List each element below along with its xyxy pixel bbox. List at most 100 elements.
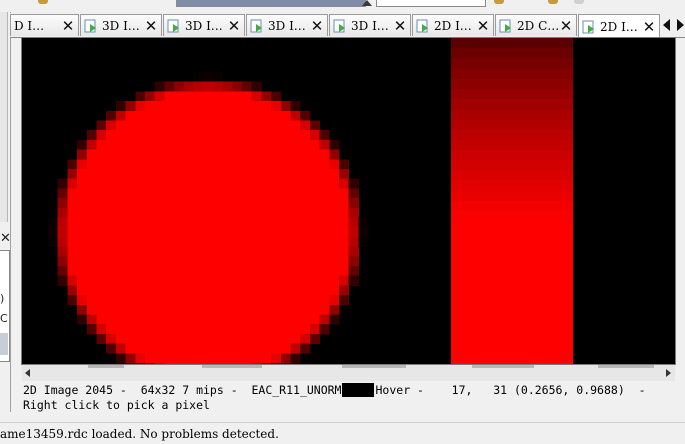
close-icon[interactable]: ✕ [476, 18, 490, 33]
texture-canvas[interactable] [22, 38, 675, 364]
circle-texel [125, 324, 136, 335]
circle-texel [144, 110, 156, 121]
circle-texel [125, 314, 136, 325]
toolbar-icon[interactable] [574, 0, 584, 4]
toolbar-field[interactable] [376, 0, 486, 7]
circle-texel [271, 139, 282, 150]
circle-texel [193, 178, 204, 189]
circle-texel [96, 217, 107, 228]
circle-texel [319, 149, 330, 160]
circle-texel [212, 91, 223, 102]
toolbar-combo[interactable] [176, 0, 366, 7]
tab-texture-7-active[interactable]: 2D I… ✕ [578, 14, 660, 38]
circle-texel [232, 333, 243, 344]
circle-texel [232, 217, 243, 228]
circle-texel [154, 362, 165, 364]
close-icon[interactable]: ✕ [310, 18, 324, 33]
tab-scroll-left-icon[interactable] [663, 19, 670, 31]
circle-texel [241, 159, 253, 170]
toolbar-icon[interactable] [38, 0, 48, 4]
circle-texel [106, 178, 117, 189]
toolbar-icon[interactable] [494, 0, 504, 4]
circle-texel [300, 149, 311, 160]
circle-texel [203, 178, 214, 189]
vertical-scrollbar[interactable] [676, 38, 685, 364]
circle-texel [183, 246, 194, 257]
circle-texel [280, 236, 291, 247]
tab-texture-2[interactable]: 3D I… ✕ [163, 14, 245, 36]
circle-texel [174, 333, 185, 344]
circle-texel [183, 101, 194, 112]
close-icon[interactable]: ✕ [393, 18, 407, 33]
circle-texel [261, 217, 272, 228]
circle-texel [232, 188, 243, 199]
circle-texel [125, 353, 136, 364]
circle-texel [280, 110, 291, 121]
tab-texture-3[interactable]: 3D I… ✕ [246, 14, 328, 36]
bar-band [451, 333, 573, 345]
tab-texture-0[interactable]: D I… ✕ [10, 14, 79, 36]
pixel-color-swatch [341, 383, 374, 397]
close-icon[interactable]: ✕ [559, 18, 573, 33]
circle-texel [261, 246, 272, 257]
circle-texel [280, 168, 291, 180]
bar-band [451, 109, 573, 121]
circle-texel [174, 295, 185, 306]
circle-texel [86, 256, 97, 267]
circle-texel [251, 130, 262, 141]
tab-texture-4[interactable]: 3D I… ✕ [329, 14, 411, 36]
tab-texture-1[interactable]: 3D I… ✕ [80, 14, 162, 36]
texture-viewer-icon [582, 20, 596, 34]
circle-texel [290, 139, 301, 150]
circle-texel [338, 227, 350, 238]
circle-texel [203, 236, 214, 247]
circle-texel [222, 188, 233, 199]
close-icon[interactable]: ✕ [144, 18, 158, 33]
slider-marker-icon[interactable] [362, 0, 372, 6]
circle-texel [115, 149, 126, 160]
tab-texture-5[interactable]: 2D I… ✕ [412, 14, 494, 36]
close-icon[interactable]: ✕ [61, 18, 75, 33]
circle-texel [290, 178, 301, 189]
toolbar-icon[interactable] [548, 0, 558, 4]
circle-texel [290, 275, 301, 286]
circle-texel [154, 188, 165, 199]
circle-texel [183, 333, 194, 344]
circle-texel [67, 217, 78, 228]
circle-texel [164, 304, 175, 315]
circle-texel [222, 324, 233, 335]
scroll-left-arrow-icon[interactable] [25, 369, 30, 377]
circle-texel [329, 256, 340, 267]
circle-texel [193, 333, 204, 344]
left-dock-selected-row[interactable] [0, 333, 8, 355]
circle-texel [329, 159, 340, 170]
circle-texel [203, 207, 214, 218]
left-dock-scrollbar[interactable] [0, 12, 8, 222]
circle-texel [280, 295, 291, 306]
horizontal-scrollbar[interactable] [22, 365, 675, 381]
circle-texel [96, 227, 107, 238]
circle-texel [309, 178, 320, 189]
circle-texel [144, 91, 156, 102]
circle-texel [280, 256, 291, 267]
circle-texel [290, 130, 301, 141]
tab-texture-6[interactable]: 2D C… ✕ [495, 14, 577, 36]
circle-texel [290, 207, 301, 218]
circle-texel [154, 236, 165, 247]
close-icon[interactable]: ✕ [642, 19, 656, 34]
bar-band [451, 272, 573, 284]
circle-texel [261, 362, 272, 364]
scroll-right-arrow-icon[interactable] [666, 369, 671, 377]
circle-texel [290, 333, 301, 344]
dock-close-icon[interactable]: ✕ [0, 232, 11, 246]
circle-texel [329, 265, 340, 277]
close-icon[interactable]: ✕ [227, 18, 241, 33]
circle-texel [125, 246, 136, 257]
circle-texel [164, 324, 175, 335]
circle-texel [329, 178, 340, 189]
circle-texel [212, 304, 223, 315]
circle-texel [154, 227, 165, 238]
circle-texel [125, 236, 136, 247]
circle-texel [261, 227, 272, 238]
tab-scroll-right-icon[interactable] [677, 19, 684, 31]
